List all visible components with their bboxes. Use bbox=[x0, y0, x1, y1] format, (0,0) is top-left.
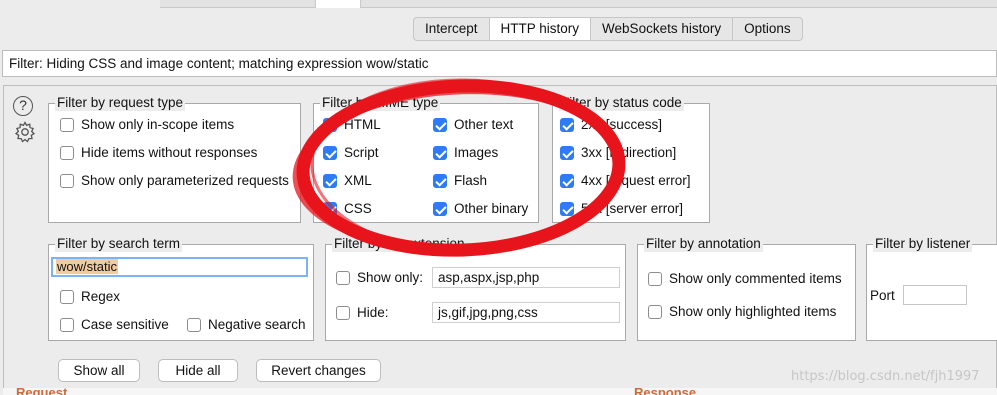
mime-html-label: HTML bbox=[344, 117, 381, 132]
negative-search-option[interactable]: Negative search bbox=[187, 317, 306, 332]
mime-css-checkbox[interactable] bbox=[323, 201, 337, 216]
commented-checkbox[interactable] bbox=[648, 271, 662, 286]
search-term-title: Filter by search term bbox=[55, 236, 183, 252]
case-sensitive-option[interactable]: Case sensitive bbox=[60, 317, 169, 332]
ext-show-only-option[interactable]: Show only: bbox=[336, 270, 423, 285]
mime-script-option[interactable]: Script bbox=[323, 145, 379, 160]
case-sensitive-label: Case sensitive bbox=[81, 317, 169, 332]
file-extension-group: Filter by file extension bbox=[325, 236, 626, 341]
revert-changes-button[interactable]: Revert changes bbox=[256, 359, 381, 382]
hide-no-response-checkbox[interactable] bbox=[60, 145, 74, 160]
mime-flash-option[interactable]: Flash bbox=[433, 173, 487, 188]
status-4xx-option[interactable]: 4xx [request error] bbox=[560, 173, 691, 188]
response-panel-label: Response bbox=[634, 385, 697, 395]
mime-other-binary-option[interactable]: Other binary bbox=[433, 201, 528, 216]
status-2xx-label: 2xx [success] bbox=[581, 117, 663, 132]
ext-hide-checkbox[interactable] bbox=[336, 305, 350, 320]
regex-label: Regex bbox=[81, 289, 121, 304]
watermark: https://blog.csdn.net/fjh1997 bbox=[791, 369, 980, 384]
annotation-title: Filter by annotation bbox=[644, 236, 763, 252]
ext-hide-label: Hide: bbox=[357, 305, 389, 320]
status-2xx-option[interactable]: 2xx [success] bbox=[560, 117, 662, 132]
mime-script-label: Script bbox=[344, 145, 379, 160]
hide-all-button[interactable]: Hide all bbox=[158, 359, 238, 382]
commented-label: Show only commented items bbox=[669, 271, 842, 286]
main-tab-strip bbox=[160, 0, 997, 8]
port-label: Port bbox=[870, 288, 895, 303]
highlighted-label: Show only highlighted items bbox=[669, 304, 837, 319]
status-5xx-option[interactable]: 5xx [server error] bbox=[560, 201, 683, 216]
tab-intercept[interactable]: Intercept bbox=[414, 18, 490, 40]
hide-no-response-label: Hide items without responses bbox=[81, 145, 258, 160]
tab-options[interactable]: Options bbox=[733, 18, 802, 40]
status-4xx-checkbox[interactable] bbox=[560, 173, 574, 188]
main-tab-selected[interactable] bbox=[315, 0, 361, 8]
status-5xx-label: 5xx [server error] bbox=[581, 201, 684, 216]
message-panels bbox=[3, 388, 997, 395]
commented-option[interactable]: Show only commented items bbox=[648, 271, 842, 286]
hide-no-response-option[interactable]: Hide items without responses bbox=[60, 145, 257, 160]
status-4xx-label: 4xx [request error] bbox=[581, 173, 691, 188]
gear-icon[interactable] bbox=[13, 120, 37, 144]
highlighted-option[interactable]: Show only highlighted items bbox=[648, 304, 836, 319]
mime-images-label: Images bbox=[454, 145, 499, 160]
mime-xml-checkbox[interactable] bbox=[323, 173, 337, 188]
mime-other-binary-checkbox[interactable] bbox=[433, 201, 447, 216]
negative-search-label: Negative search bbox=[208, 317, 306, 332]
parameterized-label: Show only parameterized requests bbox=[81, 173, 289, 188]
tab-http-history[interactable]: HTTP history bbox=[489, 18, 592, 40]
help-icon[interactable]: ? bbox=[13, 96, 33, 116]
ext-show-only-checkbox[interactable] bbox=[336, 270, 350, 285]
search-term-value: wow/static bbox=[56, 259, 118, 274]
status-5xx-checkbox[interactable] bbox=[560, 201, 574, 216]
mime-html-option[interactable]: HTML bbox=[323, 117, 381, 132]
highlighted-checkbox[interactable] bbox=[648, 304, 662, 319]
status-code-title: Filter by status code bbox=[559, 95, 684, 111]
annotation-group: Filter by annotation bbox=[637, 236, 856, 341]
mime-flash-checkbox[interactable] bbox=[433, 173, 447, 188]
ext-hide-option[interactable]: Hide: bbox=[336, 305, 389, 320]
filter-bar[interactable]: Filter: Hiding CSS and image content; ma… bbox=[2, 50, 997, 77]
parameterized-checkbox[interactable] bbox=[60, 173, 74, 188]
negative-search-checkbox[interactable] bbox=[187, 317, 201, 332]
mime-other-text-label: Other text bbox=[454, 117, 514, 132]
search-term-input[interactable]: wow/static bbox=[51, 257, 308, 277]
case-sensitive-checkbox[interactable] bbox=[60, 317, 74, 332]
regex-option[interactable]: Regex bbox=[60, 289, 120, 304]
mime-type-title: Filter by MIME type bbox=[320, 95, 441, 111]
proxy-subtabs: Intercept HTTP history WebSockets histor… bbox=[413, 17, 803, 41]
request-panel-label: Request bbox=[16, 385, 68, 395]
regex-checkbox[interactable] bbox=[60, 289, 74, 304]
mime-images-checkbox[interactable] bbox=[433, 145, 447, 160]
request-type-title: Filter by request type bbox=[55, 95, 186, 111]
mime-other-text-checkbox[interactable] bbox=[433, 117, 447, 132]
status-3xx-label: 3xx [redirection] bbox=[581, 145, 677, 160]
ext-hide-input[interactable]: js,gif,jpg,png,css bbox=[432, 302, 620, 323]
status-3xx-checkbox[interactable] bbox=[560, 145, 574, 160]
mime-flash-label: Flash bbox=[454, 173, 488, 188]
ext-show-only-input[interactable]: asp,aspx,jsp,php bbox=[432, 267, 620, 288]
in-scope-label: Show only in-scope items bbox=[81, 117, 235, 132]
mime-css-option[interactable]: CSS bbox=[323, 201, 372, 216]
mime-other-binary-label: Other binary bbox=[454, 201, 529, 216]
mime-css-label: CSS bbox=[344, 201, 372, 216]
port-input[interactable] bbox=[903, 285, 967, 305]
tab-websockets-history[interactable]: WebSockets history bbox=[591, 18, 734, 40]
parameterized-option[interactable]: Show only parameterized requests bbox=[60, 173, 289, 188]
mime-script-checkbox[interactable] bbox=[323, 145, 337, 160]
in-scope-checkbox[interactable] bbox=[60, 117, 74, 132]
mime-html-checkbox[interactable] bbox=[323, 117, 337, 132]
mime-xml-label: XML bbox=[344, 173, 372, 188]
mime-other-text-option[interactable]: Other text bbox=[433, 117, 513, 132]
ext-show-only-label: Show only: bbox=[357, 270, 424, 285]
status-2xx-checkbox[interactable] bbox=[560, 117, 574, 132]
mime-images-option[interactable]: Images bbox=[433, 145, 498, 160]
show-all-button[interactable]: Show all bbox=[58, 359, 140, 382]
status-3xx-option[interactable]: 3xx [redirection] bbox=[560, 145, 676, 160]
file-extension-title: Filter by file extension bbox=[332, 236, 467, 252]
in-scope-option[interactable]: Show only in-scope items bbox=[60, 117, 234, 132]
mime-xml-option[interactable]: XML bbox=[323, 173, 372, 188]
listener-title: Filter by listener bbox=[873, 236, 973, 252]
